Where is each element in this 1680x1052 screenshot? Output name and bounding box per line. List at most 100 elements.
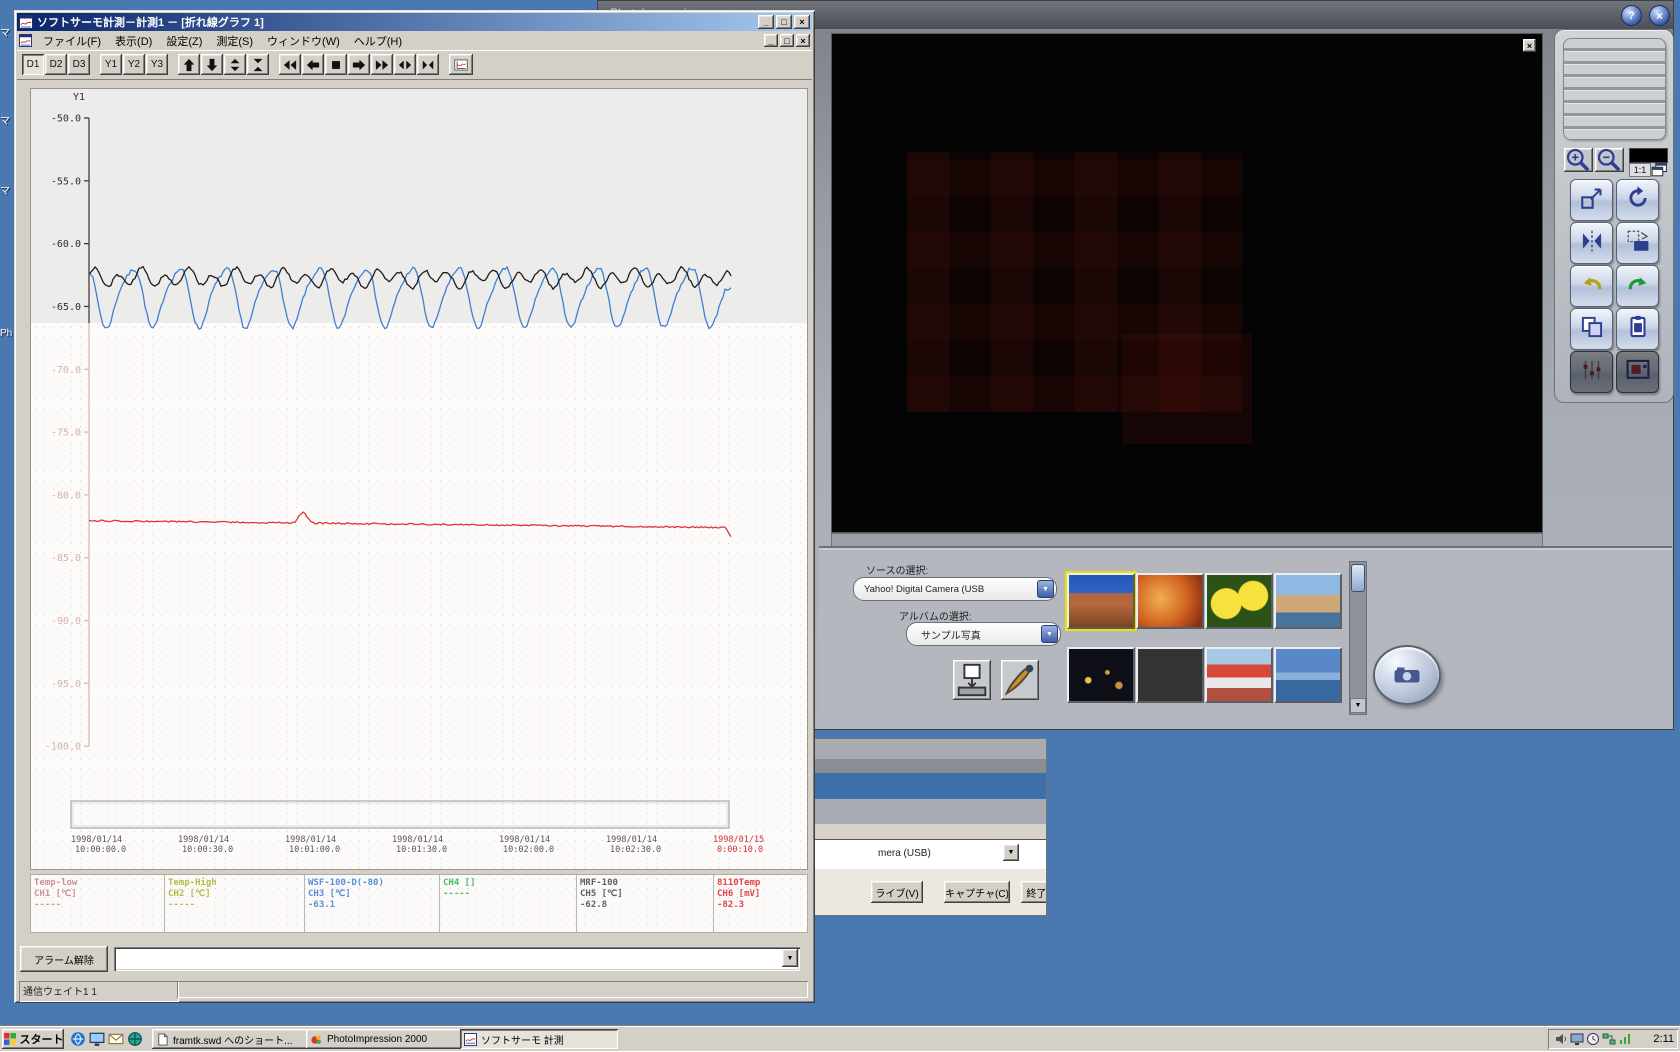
thumbnail-yellow-flowers[interactable] xyxy=(1205,573,1273,629)
menu-item[interactable]: ヘルプ(H) xyxy=(347,31,409,51)
svg-text:10:01:30.0: 10:01:30.0 xyxy=(396,845,447,855)
child-maximize-button[interactable]: □ xyxy=(780,34,794,47)
rotate-button[interactable] xyxy=(1616,179,1659,221)
pi-close-button[interactable]: × xyxy=(1649,5,1670,26)
exit-button[interactable]: 終了(X) xyxy=(1021,881,1047,903)
resize-button[interactable] xyxy=(1570,179,1613,221)
toolbar-button-d3[interactable]: D3 xyxy=(68,54,90,75)
volume-icon[interactable] xyxy=(1618,1032,1632,1046)
chevron-down-icon[interactable]: ▼ xyxy=(1041,625,1058,643)
resize-icon xyxy=(1579,185,1605,216)
alarm-clear-button[interactable]: アラーム解除 xyxy=(20,946,108,972)
zoom-out-button[interactable] xyxy=(1595,148,1624,172)
graph-zoom-button[interactable] xyxy=(449,54,473,75)
arrow-right-button[interactable] xyxy=(348,54,370,75)
pi-help-button[interactable]: ? xyxy=(1621,5,1642,26)
chevron-down-icon[interactable]: ▼ xyxy=(1037,580,1054,598)
menubar: ファイル(F)表示(D)設定(Z)測定(S)ウィンドウ(W)ヘルプ(H) _ □… xyxy=(17,31,812,51)
toolbar-button-y2[interactable]: Y2 xyxy=(123,54,145,75)
close-button[interactable]: × xyxy=(794,15,810,29)
undo-button[interactable] xyxy=(1570,265,1613,307)
capture-button[interactable]: キャプチャ(C) xyxy=(944,881,1010,903)
desktop-icon[interactable] xyxy=(89,1031,105,1047)
toolbar-button-y3[interactable]: Y3 xyxy=(146,54,168,75)
menu-item[interactable]: ウィンドウ(W) xyxy=(260,31,347,51)
expand-vertical-button[interactable] xyxy=(224,54,246,75)
menu-item[interactable]: 表示(D) xyxy=(108,31,159,51)
double-left-button[interactable] xyxy=(279,54,301,75)
zoom-ratio-button[interactable]: 1:1 xyxy=(1629,163,1651,177)
chevron-down-icon[interactable]: ▼ xyxy=(1003,844,1019,861)
desktop-icon-fragment[interactable]: マ xyxy=(0,112,13,127)
album-select-combobox[interactable]: サンプル写真 ▼ xyxy=(906,622,1061,646)
minimize-button[interactable]: _ xyxy=(758,15,774,29)
outlook-icon[interactable] xyxy=(108,1031,124,1047)
preview-button[interactable] xyxy=(1616,351,1659,393)
edit-brush-button[interactable] xyxy=(1001,660,1039,700)
double-right-button[interactable] xyxy=(371,54,393,75)
toolbar-button-y1[interactable]: Y1 xyxy=(100,54,122,75)
acquire-photo-button[interactable] xyxy=(953,660,991,700)
scrollbar-thumb[interactable] xyxy=(1351,564,1365,592)
rotate-icon xyxy=(1625,185,1651,216)
ie-icon[interactable] xyxy=(70,1031,86,1047)
network-icon[interactable] xyxy=(1602,1032,1616,1046)
pi-preview-canvas[interactable] xyxy=(831,33,1543,533)
task-button-1[interactable]: framtk.swd へのショート... xyxy=(152,1029,310,1049)
thumbnail-autumn-leaves[interactable] xyxy=(1136,573,1204,629)
chevron-down-icon[interactable]: ▼ xyxy=(782,949,798,967)
thumbnail-sea-coast[interactable] xyxy=(1274,647,1342,703)
source-select-combobox[interactable]: Yahoo! Digital Camera (USB ▼ xyxy=(853,577,1057,601)
grip-texture xyxy=(1563,38,1666,140)
desktop-icon-fragment[interactable]: Ph xyxy=(0,328,13,339)
menu-item[interactable]: 設定(Z) xyxy=(159,31,209,51)
schedule-icon[interactable] xyxy=(1586,1032,1600,1046)
collapse-horizontal-button[interactable] xyxy=(417,54,439,75)
paste-button[interactable] xyxy=(1616,308,1659,350)
thumbnail-scrollbar[interactable]: ▼ xyxy=(1349,561,1367,715)
zoom-in-button[interactable] xyxy=(1564,148,1593,172)
arrow-down-button[interactable] xyxy=(201,54,223,75)
menu-item[interactable]: 測定(S) xyxy=(209,31,260,51)
legend-strip: Temp-lowCH1 [℃]-----Temp-HighCH2 [℃]----… xyxy=(30,874,808,933)
arrow-left-button[interactable] xyxy=(302,54,324,75)
maximize-button[interactable]: □ xyxy=(776,15,792,29)
child-close-button[interactable]: × xyxy=(796,34,810,47)
alarm-message-combobox[interactable]: ▼ xyxy=(114,947,800,971)
collapse-vertical-button[interactable] xyxy=(247,54,269,75)
expand-horizontal-button[interactable] xyxy=(394,54,416,75)
thumbnail-coastal-town[interactable] xyxy=(1274,573,1342,629)
system-tray: 2:11 xyxy=(1548,1029,1678,1049)
thumbnail-canyon[interactable] xyxy=(1067,573,1135,629)
start-button[interactable]: スタート xyxy=(2,1029,64,1049)
thumbnail-calligraphy-pen[interactable] xyxy=(1136,647,1204,703)
get-photo-oval-button[interactable] xyxy=(1373,645,1441,705)
child-minimize-button[interactable]: _ xyxy=(764,34,778,47)
crop-rotate-button[interactable] xyxy=(1616,222,1659,264)
taskbar-clock[interactable]: 2:11 xyxy=(1653,1033,1674,1045)
task-button-2[interactable]: PhotoImpression 2000 xyxy=(306,1029,464,1049)
cascade-windows-button[interactable] xyxy=(1651,162,1668,175)
task-button-3[interactable]: ソフトサーモ 計測 xyxy=(460,1029,618,1049)
scrollbar-down-button[interactable]: ▼ xyxy=(1350,698,1366,713)
adjust-button[interactable] xyxy=(1570,351,1613,393)
thumbnail-lighthouse[interactable] xyxy=(1205,647,1273,703)
flip-horizontal-button[interactable] xyxy=(1570,222,1613,264)
toolbar-button-d1[interactable]: D1 xyxy=(22,54,44,75)
arrow-up-button[interactable] xyxy=(178,54,200,75)
pi-canvas-close-button[interactable]: × xyxy=(1523,39,1536,52)
channels-icon[interactable] xyxy=(127,1031,143,1047)
live-button[interactable]: ライブ(V) xyxy=(871,881,923,903)
toolbar-button-d2[interactable]: D2 xyxy=(45,54,67,75)
redo-button[interactable] xyxy=(1616,265,1659,307)
copy-button[interactable] xyxy=(1570,308,1613,350)
stop-button[interactable] xyxy=(325,54,347,75)
titlebar[interactable]: ソフトサーモ計測－計測1 － [折れ線グラフ 1] _ □ × xyxy=(17,13,812,31)
speaker-icon[interactable] xyxy=(1554,1032,1568,1046)
desktop-icon-fragment[interactable]: マ xyxy=(0,182,13,197)
display-icon[interactable] xyxy=(1570,1032,1584,1046)
thumbnail-night-city[interactable] xyxy=(1067,647,1135,703)
desktop-icon-fragment[interactable]: マ xyxy=(0,24,13,39)
alarm-clear-label: アラーム解除 xyxy=(34,952,94,967)
menu-item[interactable]: ファイル(F) xyxy=(36,31,108,51)
